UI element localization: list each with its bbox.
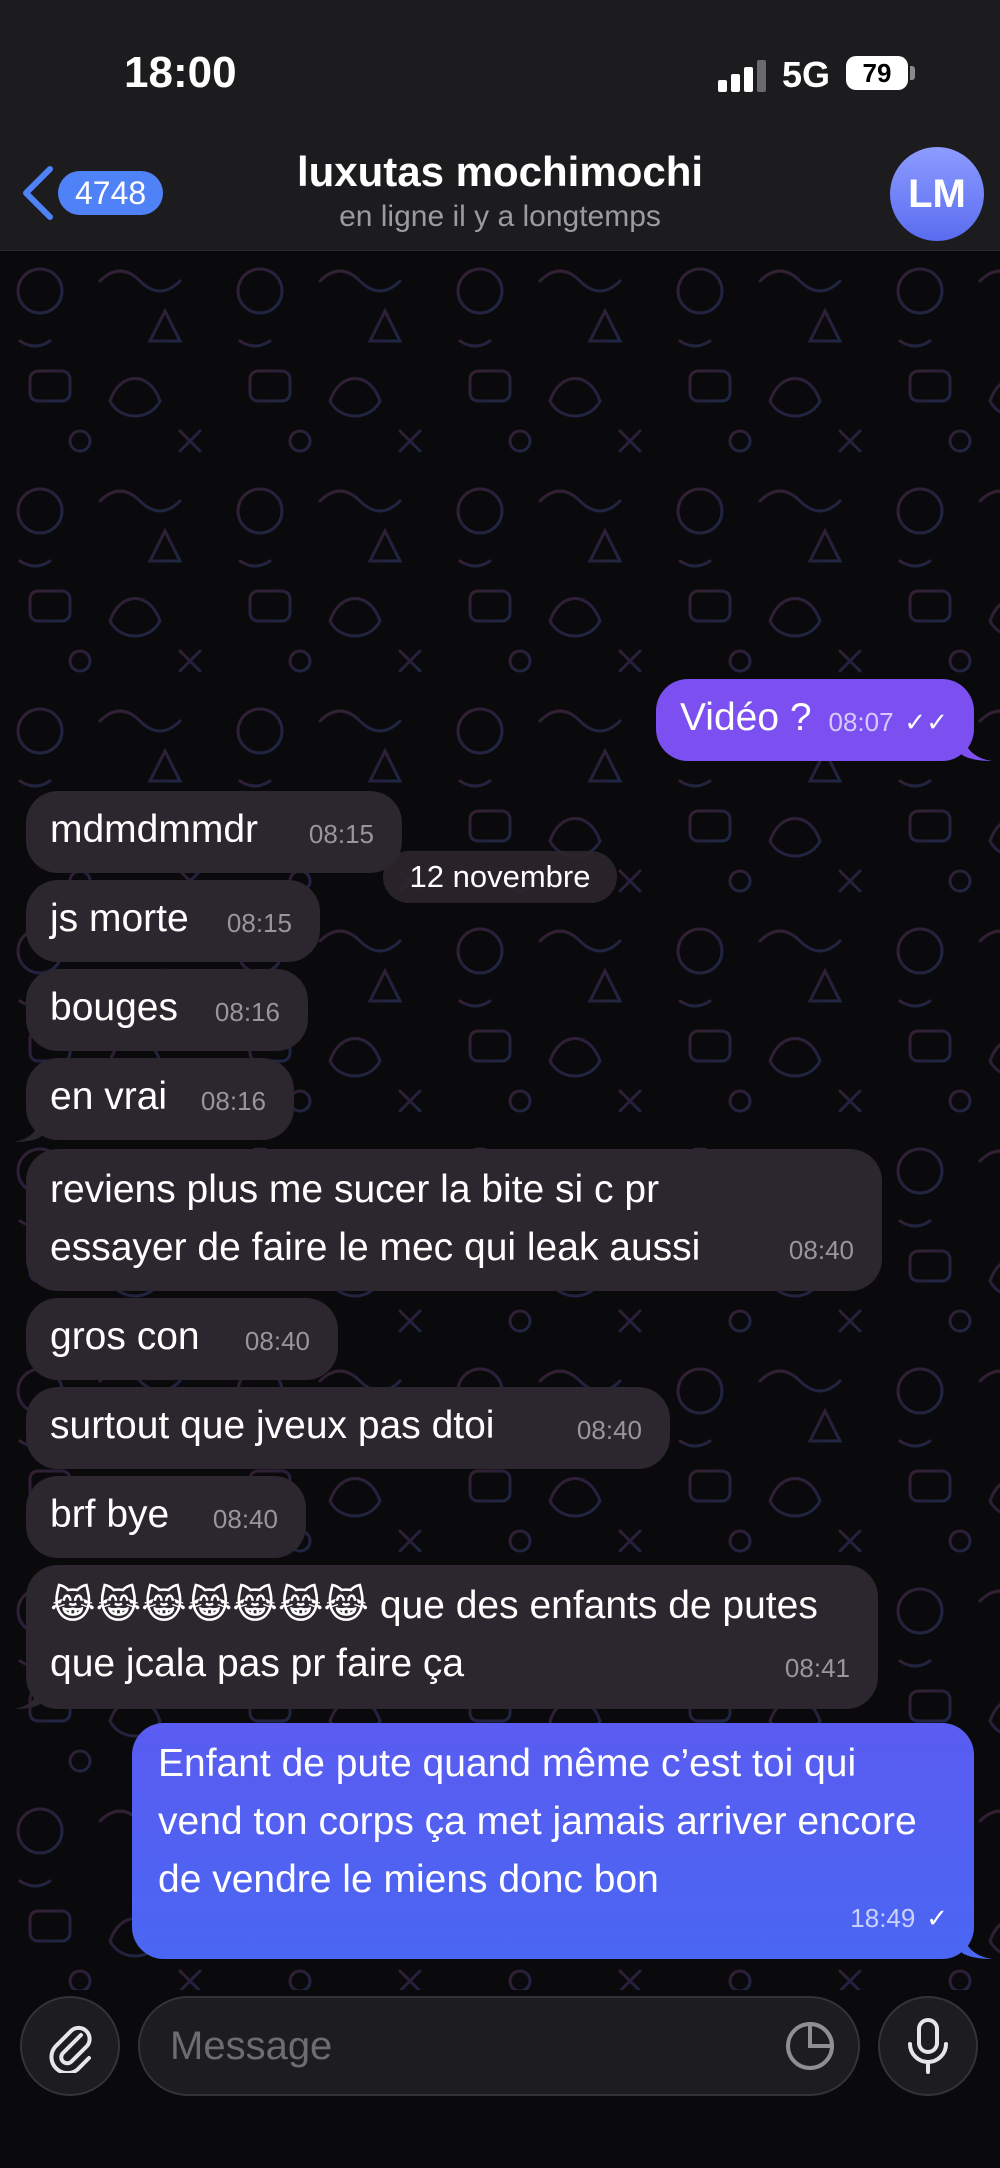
message-time: 08:40: [576, 1415, 642, 1445]
battery-tip: [910, 66, 915, 80]
message-time: 18:49: [850, 1903, 916, 1933]
bubble-tail: [962, 1931, 992, 1959]
message-bubble-incoming[interactable]: bouges 08:16: [26, 969, 308, 1051]
message-bubble-incoming[interactable]: mdmdmmdr 08:15: [26, 791, 402, 873]
message-bubble-incoming[interactable]: brf bye 08:40: [26, 1476, 306, 1558]
chat-header: 18:00 5G 79 4748 luxutas mochimochi en l…: [0, 0, 1000, 251]
message-bubble-outgoing[interactable]: Enfant de pute quand même c’est toi qui …: [132, 1723, 974, 1959]
message-text: js morte: [50, 897, 189, 940]
battery-level: 79: [862, 57, 892, 88]
date-separator: 12 novembre: [383, 851, 617, 903]
message-text: gros con: [50, 1315, 200, 1358]
message-text: Enfant de pute quand même c’est toi qui …: [158, 1742, 917, 1901]
message-time: 08:40: [244, 1326, 310, 1356]
mic-button[interactable]: [878, 1996, 978, 2096]
message-text: mdmdmmdr: [50, 808, 259, 851]
message-bubble-incoming[interactable]: gros con 08:40: [26, 1298, 338, 1380]
status-time: 18:00: [124, 48, 237, 97]
network-label: 5G: [782, 54, 831, 95]
avatar[interactable]: LM: [890, 147, 984, 241]
message-time: 08:15: [226, 908, 292, 938]
sticker-icon[interactable]: [782, 2018, 838, 2074]
attach-button[interactable]: [20, 1996, 120, 2096]
paperclip-icon: [49, 2025, 92, 2073]
message-text: bouges: [50, 986, 178, 1029]
microphone-icon: [908, 2018, 948, 2074]
message-bubble-incoming[interactable]: reviens plus me sucer la bite si c pr es…: [26, 1149, 882, 1291]
message-text: 😹😹😹😹😹😹😹 que des enfants de putes que jca…: [50, 1584, 818, 1685]
message-bubble-incoming[interactable]: js morte 08:15: [26, 880, 320, 962]
message-text: en vrai: [50, 1075, 168, 1118]
message-time: 08:40: [788, 1235, 854, 1265]
composer-bar: Message: [0, 1990, 1000, 2168]
message-time: 08:40: [212, 1504, 278, 1534]
check-icon: ✓: [926, 1903, 948, 1933]
message-text: brf bye: [50, 1493, 170, 1536]
message-bubble-incoming[interactable]: en vrai 08:16: [26, 1058, 294, 1140]
signal-icon: [718, 60, 766, 92]
message-time: 08:15: [308, 819, 374, 849]
message-bubble-incoming[interactable]: surtout que jveux pas dtoi 08:40: [26, 1387, 670, 1469]
bubble-tail: [14, 1114, 42, 1142]
message-time: 08:16: [200, 1086, 266, 1116]
message-text: Vidéo ?: [680, 696, 812, 739]
message-bubble-outgoing[interactable]: Vidéo ? 08:07 ✓✓: [656, 679, 974, 761]
message-time: 08:41: [784, 1653, 850, 1683]
chat-status: en ligne il y a longtemps: [339, 200, 661, 233]
chat-title[interactable]: luxutas mochimochi: [0, 148, 1000, 196]
message-time: 08:16: [214, 997, 280, 1027]
double-check-icon: ✓✓: [904, 707, 948, 737]
bubble-tail: [14, 1681, 42, 1709]
message-placeholder: Message: [170, 2023, 333, 2068]
message-text: reviens plus me sucer la bite si c pr es…: [50, 1168, 701, 1269]
message-time: 08:07: [828, 707, 894, 737]
message-input[interactable]: Message: [138, 1996, 860, 2096]
message-text: surtout que jveux pas dtoi: [50, 1404, 495, 1447]
battery-icon: 79: [846, 56, 908, 90]
message-bubble-incoming[interactable]: 😹😹😹😹😹😹😹 que des enfants de putes que jca…: [26, 1565, 878, 1709]
bubble-tail: [962, 733, 992, 761]
chat-area[interactable]: 12 novembre Vidéo ? 08:07 ✓✓ mdmdmmdr 08…: [0, 251, 1000, 1991]
